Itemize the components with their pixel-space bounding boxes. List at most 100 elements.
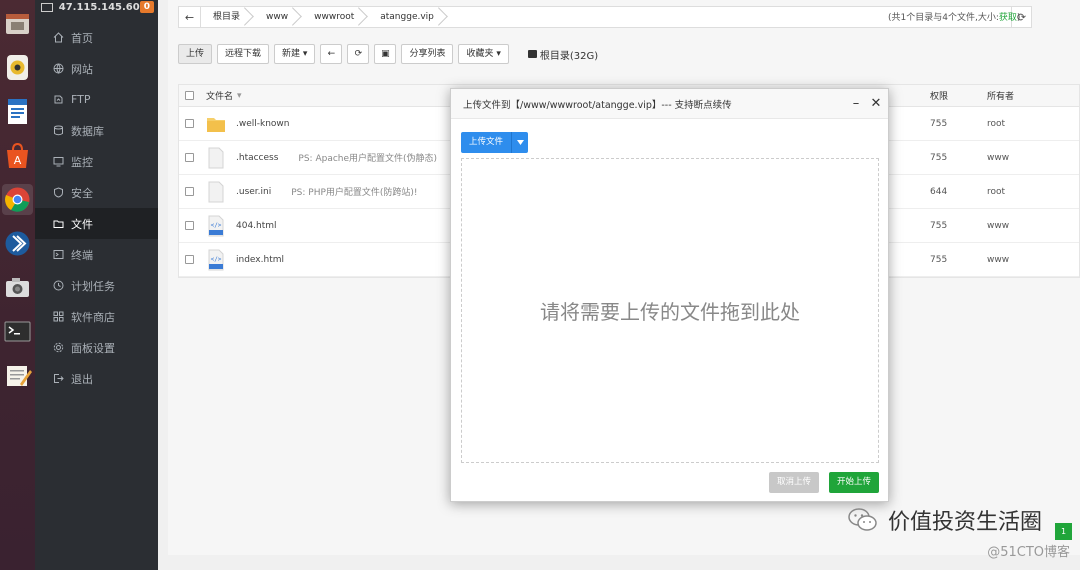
file-permission[interactable]: 644: [930, 187, 947, 197]
shield-icon: [53, 187, 64, 198]
sidebar-item-7[interactable]: 终端: [35, 239, 158, 270]
sidebar-item-1[interactable]: 网站: [35, 53, 158, 84]
file-owner: www: [987, 220, 1010, 231]
chrome-app-icon[interactable]: [2, 184, 33, 215]
text-editor-app-icon[interactable]: [2, 360, 33, 391]
clock-icon: [53, 280, 64, 291]
sidebar-item-0[interactable]: 首页: [35, 22, 158, 53]
file-manager-app-icon[interactable]: [2, 8, 33, 39]
breadcrumb-www[interactable]: www: [254, 7, 302, 27]
sidebar-item-label: 软件商店: [71, 310, 115, 324]
file-toolbar: 上传 远程下载 新建 ▾ ← ⟳ ▣ 分享列表 收藏夹 ▾ 根目录(32G): [178, 44, 598, 64]
file-permission[interactable]: 755: [930, 255, 947, 265]
terminal-icon[interactable]: ▣: [374, 44, 397, 64]
launcher-dock: A: [0, 0, 35, 570]
sidebar-menu: 首页 网站 FTP 数据库监控安全文件终端计划任务软件商店面板设置退出: [35, 22, 158, 394]
writer-app-icon[interactable]: [2, 96, 33, 127]
sidebar-item-label: 终端: [71, 248, 93, 262]
back-icon[interactable]: ←: [320, 44, 343, 64]
watermark-text: 价值投资生活圈: [887, 510, 1042, 535]
remote-desktop-app-icon[interactable]: [2, 228, 33, 259]
select-all-checkbox[interactable]: [185, 91, 194, 100]
logout-icon: [53, 373, 64, 384]
html-icon: </>: [206, 249, 226, 271]
file-icon: [206, 147, 226, 169]
sidebar-item-label: 退出: [71, 372, 93, 386]
notification-badge[interactable]: 0: [139, 1, 154, 13]
sidebar-item-label: 数据库: [71, 124, 104, 138]
chevron-down-icon[interactable]: [511, 132, 529, 153]
file-owner: www: [987, 152, 1010, 163]
upload-dialog-title: 上传文件到【/www/wwwroot/atangge.vip】--- 支持断点续…: [463, 99, 732, 111]
row-checkbox[interactable]: [185, 187, 194, 196]
row-checkbox[interactable]: [185, 255, 194, 264]
svg-text:A: A: [14, 154, 22, 167]
start-upload-button[interactable]: 开始上传: [829, 472, 880, 493]
sidebar-item-9[interactable]: 软件商店: [35, 301, 158, 332]
disk-label: 根目录(32G): [539, 50, 599, 62]
html-icon: </>: [206, 215, 226, 237]
globe-icon: [53, 63, 64, 74]
file-icon: [206, 181, 226, 203]
upload-file-split-button: 上传文件: [461, 132, 529, 153]
new-dropdown-button[interactable]: 新建 ▾: [274, 44, 316, 64]
sidebar-item-label: 安全: [71, 186, 93, 200]
row-checkbox[interactable]: [185, 221, 194, 230]
terminal-app-icon[interactable]: [2, 316, 33, 347]
monitor-icon: [53, 156, 64, 167]
file-permission[interactable]: 755: [930, 221, 947, 231]
sidebar-item-4[interactable]: 监控: [35, 146, 158, 177]
file-permission[interactable]: 755: [930, 153, 947, 163]
upload-button[interactable]: 上传: [178, 44, 213, 64]
camera-app-icon[interactable]: [2, 272, 33, 303]
breadcrumb-site[interactable]: atangge.vip: [368, 7, 448, 27]
music-player-app-icon[interactable]: [2, 52, 33, 83]
sort-down-icon[interactable]: ▾: [237, 91, 242, 101]
close-icon[interactable]: ✕: [868, 96, 884, 111]
new-label: 新建: [282, 49, 301, 59]
minimize-icon[interactable]: –: [848, 96, 864, 111]
refresh-files-icon[interactable]: ⟳: [347, 44, 370, 64]
file-name[interactable]: .well-known: [236, 119, 290, 129]
sidebar-item-11[interactable]: 退出: [35, 363, 158, 394]
remote-download-button[interactable]: 远程下载: [217, 44, 270, 64]
file-name[interactable]: .user.ini: [236, 187, 271, 197]
disk-selector[interactable]: 根目录(32G): [527, 47, 599, 62]
get-size-link[interactable]: 获取: [999, 13, 1017, 23]
home-icon: [53, 32, 64, 43]
page-indicator-button[interactable]: 1: [1055, 523, 1072, 540]
file-permission[interactable]: 755: [930, 119, 947, 129]
file-name[interactable]: 404.html: [236, 221, 277, 231]
folder-icon: [206, 113, 226, 135]
row-checkbox[interactable]: [185, 153, 194, 162]
sidebar-item-label: 监控: [71, 155, 93, 169]
sidebar-item-5[interactable]: 安全: [35, 177, 158, 208]
row-checkbox[interactable]: [185, 119, 194, 128]
sidebar-item-8[interactable]: 计划任务: [35, 270, 158, 301]
back-arrow-icon[interactable]: ←: [179, 7, 201, 27]
file-owner: root: [987, 118, 1006, 129]
file-name[interactable]: .htaccess: [236, 153, 278, 163]
favorites-label: 收藏夹: [466, 49, 494, 59]
panel-sidebar: 47.115.145.60 0 首页 网站 FTP 数据库 监控 安全 文件 终端 计划任务 软件…: [35, 0, 158, 570]
wechat-icon: [848, 508, 877, 531]
favorites-dropdown-button[interactable]: 收藏夹 ▾: [458, 44, 509, 64]
breadcrumb-wwwroot[interactable]: wwwroot: [302, 7, 368, 27]
terminal-icon: [53, 249, 64, 260]
software-center-app-icon[interactable]: A: [2, 140, 33, 171]
folder-icon: [53, 218, 64, 229]
upload-file-button[interactable]: 上传文件: [461, 132, 512, 153]
sidebar-item-3[interactable]: 数据库: [35, 115, 158, 146]
breadcrumb-root[interactable]: 根目录: [201, 7, 254, 27]
sidebar-item-2[interactable]: FTP: [35, 84, 158, 115]
drop-hint: 请将需要上传的文件拖到此处: [540, 300, 800, 324]
file-name[interactable]: index.html: [236, 255, 284, 265]
file-note: PS: PHP用户配置文件(防跨站)!: [291, 188, 418, 198]
cancel-upload-button[interactable]: 取消上传: [769, 472, 820, 493]
sidebar-item-6[interactable]: 文件: [35, 208, 158, 239]
header-filename[interactable]: 文件名: [206, 89, 233, 102]
share-list-button[interactable]: 分享列表: [401, 44, 454, 64]
file-dropzone[interactable]: 请将需要上传的文件拖到此处: [461, 158, 879, 463]
sidebar-item-label: 面板设置: [71, 341, 115, 355]
sidebar-item-10[interactable]: 面板设置: [35, 332, 158, 363]
